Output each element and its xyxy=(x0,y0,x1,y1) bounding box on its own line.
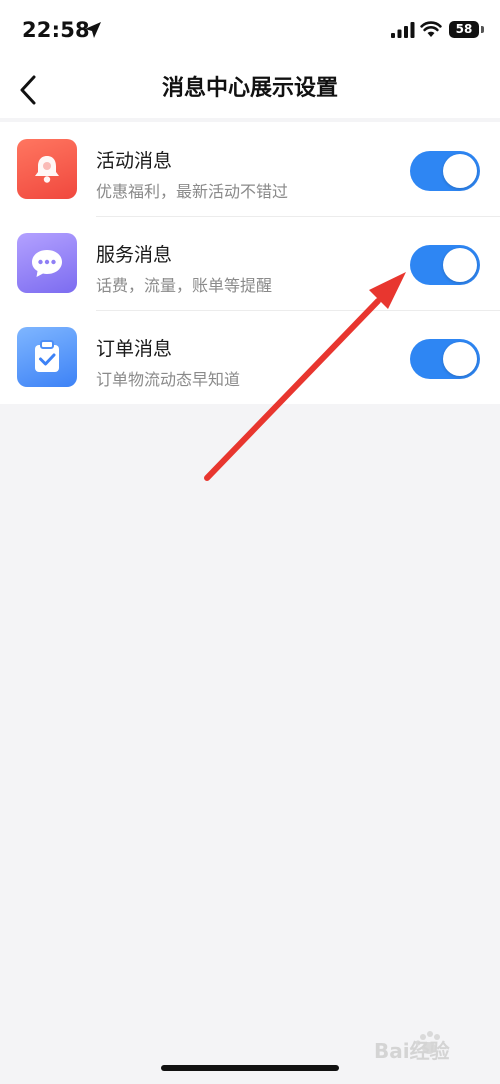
setting-subtitle: 话费，流量，账单等提醒 xyxy=(96,276,273,295)
chat-bubble-icon xyxy=(17,233,77,293)
setting-row-activity: 活动消息 优惠福利，最新活动不错过 xyxy=(0,122,500,216)
toggle-knob xyxy=(443,154,477,188)
status-time: 22:58 xyxy=(22,18,90,42)
back-button[interactable] xyxy=(6,66,50,114)
settings-list: 活动消息 优惠福利，最新活动不错过 服务消息 话费，流量，账单等提醒 订单消息 … xyxy=(0,122,500,404)
clipboard-check-icon xyxy=(17,327,77,387)
status-bar: 22:58 58 xyxy=(0,0,500,62)
page-title: 消息中心展示设置 xyxy=(161,76,338,101)
setting-row-service: 服务消息 话费，流量，账单等提醒 xyxy=(0,216,500,310)
chevron-left-icon xyxy=(20,75,36,105)
bell-icon xyxy=(17,139,77,199)
toggle-knob xyxy=(443,248,477,282)
activity-toggle[interactable] xyxy=(410,151,480,191)
home-indicator[interactable] xyxy=(161,1065,339,1071)
setting-title: 活动消息 xyxy=(96,150,173,172)
baidu-jingyan-watermark: Bai经验 xyxy=(374,1031,450,1063)
service-toggle[interactable] xyxy=(410,245,480,285)
setting-title: 服务消息 xyxy=(96,244,173,266)
setting-subtitle: 优惠福利，最新活动不错过 xyxy=(96,182,289,201)
cellular-signal-icon xyxy=(391,22,415,38)
order-toggle[interactable] xyxy=(410,339,480,379)
setting-row-order: 订单消息 订单物流动态早知道 xyxy=(0,310,500,404)
setting-subtitle: 订单物流动态早知道 xyxy=(96,370,241,389)
battery-indicator: 58 xyxy=(449,21,479,38)
nav-bar: 消息中心展示设置 xyxy=(0,62,500,118)
setting-title: 订单消息 xyxy=(96,338,173,360)
battery-tip xyxy=(481,26,484,33)
location-arrow-icon xyxy=(85,22,101,38)
toggle-knob xyxy=(443,342,477,376)
svg-text:Bai经验: Bai经验 xyxy=(374,1039,450,1063)
wifi-icon xyxy=(420,21,442,37)
